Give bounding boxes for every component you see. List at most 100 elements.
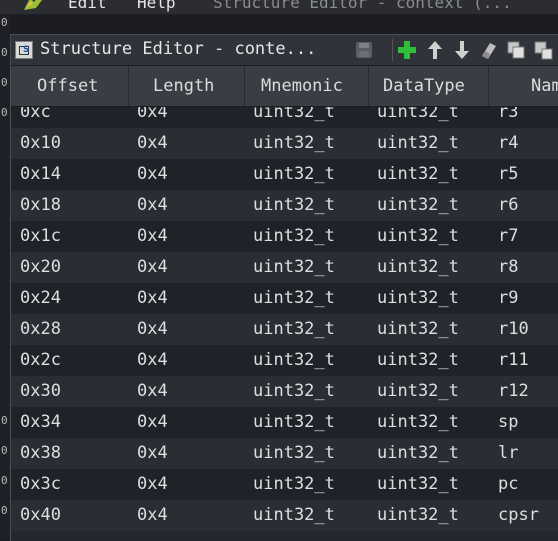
cell-mnemonic[interactable]: uint32_t: [253, 500, 335, 531]
cell-length[interactable]: 0x4: [137, 438, 168, 469]
save-icon[interactable]: [353, 39, 375, 61]
table-row[interactable]: 0x34 0x4 uint32_t uint32_t sp: [11, 407, 558, 438]
cell-offset[interactable]: 0x18: [20, 190, 61, 221]
cell-length[interactable]: 0x4: [137, 159, 168, 190]
cell-datatype[interactable]: uint32_t: [377, 407, 459, 438]
cell-name[interactable]: cpsr: [498, 500, 539, 531]
table-row[interactable]: 0x24 0x4 uint32_t uint32_t r9: [11, 283, 558, 314]
cell-name[interactable]: r7: [498, 221, 518, 252]
cell-datatype[interactable]: uint32_t: [377, 159, 459, 190]
cell-offset[interactable]: 0x1c: [20, 221, 61, 252]
cell-datatype[interactable]: uint32_t: [377, 283, 459, 314]
cell-offset[interactable]: 0x14: [20, 159, 61, 190]
table-row[interactable]: 0x20 0x4 uint32_t uint32_t r8: [11, 252, 558, 283]
cell-name[interactable]: lr: [498, 438, 518, 469]
cell-mnemonic[interactable]: uint32_t: [253, 376, 335, 407]
clear-icon[interactable]: [478, 39, 500, 61]
cell-length[interactable]: 0x4: [137, 345, 168, 376]
column-header-name[interactable]: Name: [489, 66, 558, 106]
cell-offset[interactable]: 0x40: [20, 500, 61, 531]
cell-mnemonic[interactable]: uint32_t: [253, 469, 335, 500]
cell-datatype[interactable]: uint32_t: [377, 128, 459, 159]
cell-offset[interactable]: 0x38: [20, 438, 61, 469]
cell-offset[interactable]: 0x28: [20, 314, 61, 345]
cell-name[interactable]: r8: [498, 252, 518, 283]
cell-mnemonic[interactable]: uint32_t: [253, 252, 335, 283]
cell-datatype[interactable]: uint32_t: [377, 438, 459, 469]
cell-datatype[interactable]: uint32_t: [377, 314, 459, 345]
menu-help[interactable]: Help: [137, 0, 176, 12]
cell-length[interactable]: 0x4: [137, 283, 168, 314]
cell-length[interactable]: 0x4: [137, 469, 168, 500]
gutter-glyph: 0: [1, 444, 8, 457]
menu-edit[interactable]: Edit: [68, 0, 107, 12]
cell-length[interactable]: 0x4: [137, 376, 168, 407]
table-row[interactable]: 0x2c 0x4 uint32_t uint32_t r11: [11, 345, 558, 376]
table-row[interactable]: 0x40 0x4 uint32_t uint32_t cpsr: [11, 500, 558, 531]
cell-name[interactable]: r4: [498, 128, 518, 159]
cell-mnemonic[interactable]: uint32_t: [253, 283, 335, 314]
cell-name[interactable]: r9: [498, 283, 518, 314]
cell-mnemonic[interactable]: uint32_t: [253, 407, 335, 438]
cell-name[interactable]: r10: [498, 314, 529, 345]
cell-mnemonic[interactable]: uint32_t: [253, 159, 335, 190]
cell-name[interactable]: r5: [498, 159, 518, 190]
cell-mnemonic[interactable]: uint32_t: [253, 221, 335, 252]
paste-icon[interactable]: [532, 39, 554, 61]
table-row[interactable]: 0x38 0x4 uint32_t uint32_t lr: [11, 438, 558, 469]
cell-mnemonic[interactable]: uint32_t: [253, 438, 335, 469]
table-row[interactable]: 0x30 0x4 uint32_t uint32_t r12: [11, 376, 558, 407]
move-down-icon[interactable]: [451, 39, 473, 61]
column-header-offset[interactable]: Offset: [11, 66, 129, 106]
table-row[interactable]: 0x14 0x4 uint32_t uint32_t r5: [11, 159, 558, 190]
cell-datatype[interactable]: uint32_t: [377, 107, 459, 128]
cell-length[interactable]: 0x4: [137, 500, 168, 531]
cell-offset[interactable]: 0x34: [20, 407, 61, 438]
cell-datatype[interactable]: uint32_t: [377, 345, 459, 376]
cell-name[interactable]: r3: [498, 107, 518, 128]
cell-name[interactable]: r12: [498, 376, 529, 407]
cell-mnemonic[interactable]: uint32_t: [253, 190, 335, 221]
move-up-icon[interactable]: [424, 39, 446, 61]
cell-offset[interactable]: 0x20: [20, 252, 61, 283]
cell-length[interactable]: 0x4: [137, 128, 168, 159]
cell-mnemonic[interactable]: uint32_t: [253, 107, 335, 128]
cell-length[interactable]: 0x4: [137, 314, 168, 345]
cell-mnemonic[interactable]: uint32_t: [253, 314, 335, 345]
cell-offset[interactable]: 0x10: [20, 128, 61, 159]
cell-offset[interactable]: 0x24: [20, 283, 61, 314]
cell-length[interactable]: 0x4: [137, 407, 168, 438]
cell-length[interactable]: 0x4: [137, 252, 168, 283]
cell-mnemonic[interactable]: uint32_t: [253, 345, 335, 376]
cell-offset[interactable]: 0x3c: [20, 469, 61, 500]
column-header-length[interactable]: Length: [129, 66, 245, 106]
table-row[interactable]: 0x18 0x4 uint32_t uint32_t r6: [11, 190, 558, 221]
table-row[interactable]: 0x3c 0x4 uint32_t uint32_t pc: [11, 469, 558, 500]
cell-datatype[interactable]: uint32_t: [377, 376, 459, 407]
column-header-datatype[interactable]: DataType: [369, 66, 489, 106]
cell-length[interactable]: 0x4: [137, 190, 168, 221]
cell-length[interactable]: 0x4: [137, 107, 168, 128]
cell-offset[interactable]: 0x30: [20, 376, 61, 407]
cell-mnemonic[interactable]: uint32_t: [253, 128, 335, 159]
cell-length[interactable]: 0x4: [137, 221, 168, 252]
cell-offset[interactable]: 0x2c: [20, 345, 61, 376]
cell-datatype[interactable]: uint32_t: [377, 500, 459, 531]
cell-datatype[interactable]: uint32_t: [377, 469, 459, 500]
cell-offset[interactable]: 0xc: [20, 107, 51, 128]
cell-datatype[interactable]: uint32_t: [377, 190, 459, 221]
add-icon[interactable]: [396, 39, 418, 61]
window-titlebar[interactable]: S Structure Editor - conte...: [11, 35, 558, 66]
table-row[interactable]: 0xc 0x4 uint32_t uint32_t r3: [11, 107, 558, 128]
cell-datatype[interactable]: uint32_t: [377, 221, 459, 252]
cell-datatype[interactable]: uint32_t: [377, 252, 459, 283]
table-row[interactable]: 0x10 0x4 uint32_t uint32_t r4: [11, 128, 558, 159]
cell-name[interactable]: r6: [498, 190, 518, 221]
cell-name[interactable]: r11: [498, 345, 529, 376]
copy-icon[interactable]: [505, 39, 527, 61]
cell-name[interactable]: sp: [498, 407, 518, 438]
column-header-mnemonic[interactable]: Mnemonic: [245, 66, 369, 106]
table-row[interactable]: 0x28 0x4 uint32_t uint32_t r10: [11, 314, 558, 345]
table-row[interactable]: 0x1c 0x4 uint32_t uint32_t r7: [11, 221, 558, 252]
cell-name[interactable]: pc: [498, 469, 518, 500]
